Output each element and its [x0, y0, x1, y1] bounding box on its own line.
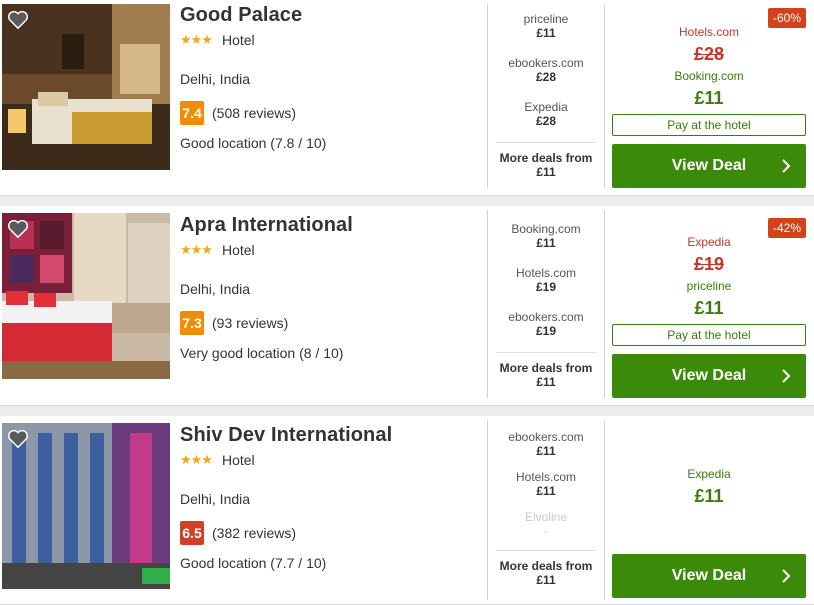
location-rating: Good location (7.8 / 10)	[180, 135, 327, 151]
chevron-right-icon	[782, 569, 791, 583]
deal-site: priceline	[523, 12, 569, 26]
chevron-right-icon	[782, 369, 791, 383]
deal-price: £19	[535, 280, 557, 294]
deal-price: £28	[535, 70, 557, 84]
column-divider	[604, 420, 605, 600]
view-deal-label: View Deal	[671, 567, 747, 584]
deal-item[interactable]: Hotels.com £19	[488, 258, 604, 302]
chevron-right-icon	[782, 159, 791, 173]
original-price: £28	[693, 44, 725, 64]
deal-site: Hotels.com	[515, 470, 577, 484]
discount-badge: -42%	[767, 218, 806, 238]
deal-site: ebookers.com	[508, 430, 584, 444]
best-offer: -60% Hotels.com £28 Booking.com £11 Pay …	[612, 4, 806, 188]
best-deal-price: £11	[694, 88, 724, 108]
hotel-name[interactable]: Shiv Dev International	[180, 423, 480, 447]
best-deal-price: £11	[694, 298, 724, 318]
deal-price: £11	[536, 484, 556, 498]
best-deal-site: priceline	[686, 279, 732, 293]
deal-item[interactable]: Booking.com £11	[488, 214, 604, 258]
deal-item[interactable]: ebookers.com £28	[488, 48, 604, 92]
deal-item[interactable]: ebookers.com £19	[488, 302, 604, 346]
hotel-city: Delhi, India	[180, 491, 251, 507]
hotel-city: Delhi, India	[180, 71, 251, 87]
best-offer: -42% Expedia £19 priceline £11 Pay at th…	[612, 214, 806, 398]
hotel-card: Good Palace ★★★ Hotel Delhi, India 7.4 (…	[0, 0, 814, 196]
original-price: £19	[693, 254, 725, 274]
column-divider	[604, 4, 605, 188]
hotel-type: Hotel	[221, 242, 255, 258]
star-rating-icon: ★★★	[180, 242, 213, 257]
favorite-heart-icon[interactable]	[7, 219, 29, 239]
view-deal-button[interactable]: View Deal	[612, 354, 806, 398]
rating-score-badge: 7.3	[180, 311, 204, 335]
location-rating: Good location (7.7 / 10)	[180, 555, 327, 571]
rating-score-badge: 6.5	[180, 521, 204, 545]
deal-item[interactable]: Expedia £28	[488, 92, 604, 136]
review-count[interactable]: (382 reviews)	[212, 525, 296, 541]
deal-price: £11	[536, 26, 556, 40]
more-deals-link[interactable]: More deals from £11	[496, 550, 596, 588]
hotel-type: Hotel	[221, 32, 255, 48]
hotel-photo[interactable]	[2, 213, 170, 379]
deal-site: Hotels.com	[515, 266, 577, 280]
favorite-heart-icon[interactable]	[7, 10, 29, 30]
deal-item[interactable]: Hotels.com £11	[488, 462, 604, 502]
deal-site: Expedia	[524, 100, 568, 114]
deal-site: Booking.com	[511, 222, 581, 236]
more-deals-price: £11	[536, 375, 556, 389]
deal-price: £19	[535, 324, 557, 338]
more-deals-price: £11	[536, 165, 556, 179]
review-count[interactable]: (508 reviews)	[212, 105, 296, 121]
view-deal-button[interactable]: View Deal	[612, 144, 806, 188]
rating-score-badge: 7.4	[180, 101, 204, 125]
more-deals-label: More deals from	[499, 559, 593, 573]
more-deals-label: More deals from	[499, 361, 593, 375]
other-deals: priceline £11 ebookers.com £28 Expedia £…	[488, 4, 604, 179]
deal-price: £28	[535, 114, 557, 128]
hotel-photo[interactable]	[2, 4, 170, 170]
view-deal-label: View Deal	[671, 367, 747, 384]
more-deals-link[interactable]: More deals from £11	[496, 142, 596, 180]
hotel-card: Shiv Dev International ★★★ Hotel Delhi, …	[0, 416, 814, 605]
favorite-heart-icon[interactable]	[7, 429, 29, 449]
pay-at-hotel-label: Pay at the hotel	[612, 114, 806, 136]
best-deal-price: £11	[694, 486, 724, 506]
deal-site: Elvoline	[524, 510, 568, 524]
deal-price: £11	[536, 444, 556, 458]
deal-item[interactable]: priceline £11	[488, 4, 604, 48]
hotel-card: Apra International ★★★ Hotel Delhi, Indi…	[0, 206, 814, 406]
hotel-type: Hotel	[221, 452, 255, 468]
more-deals-price: £11	[536, 573, 556, 587]
deal-item: Elvoline -	[488, 502, 604, 542]
star-rating-icon: ★★★	[180, 32, 213, 47]
deal-site: ebookers.com	[508, 56, 584, 70]
review-count[interactable]: (93 reviews)	[212, 315, 288, 331]
pay-at-hotel-label: Pay at the hotel	[612, 324, 806, 346]
deal-price: -	[544, 524, 548, 538]
discount-badge: -60%	[767, 8, 806, 28]
other-deals: ebookers.com £11 Hotels.com £11 Elvoline…	[488, 422, 604, 587]
best-offer: Expedia £11 View Deal	[612, 422, 806, 598]
star-rating-icon: ★★★	[180, 452, 213, 467]
hotel-results-list: Good Palace ★★★ Hotel Delhi, India 7.4 (…	[0, 0, 814, 605]
hotel-name[interactable]: Good Palace	[180, 3, 480, 27]
deal-price: £11	[536, 236, 556, 250]
best-deal-site: Expedia	[687, 467, 731, 481]
deal-item[interactable]: ebookers.com £11	[488, 422, 604, 462]
other-deals: Booking.com £11 Hotels.com £19 ebookers.…	[488, 214, 604, 389]
hotel-photo[interactable]	[2, 423, 170, 589]
deal-site: ebookers.com	[508, 310, 584, 324]
column-divider	[604, 210, 605, 398]
best-deal-site: Booking.com	[674, 69, 744, 83]
location-rating: Very good location (8 / 10)	[180, 345, 344, 361]
hotel-name[interactable]: Apra International	[180, 213, 480, 237]
more-deals-link[interactable]: More deals from £11	[496, 352, 596, 390]
hotel-city: Delhi, India	[180, 281, 251, 297]
view-deal-label: View Deal	[671, 157, 747, 174]
more-deals-label: More deals from	[499, 151, 593, 165]
view-deal-button[interactable]: View Deal	[612, 554, 806, 598]
